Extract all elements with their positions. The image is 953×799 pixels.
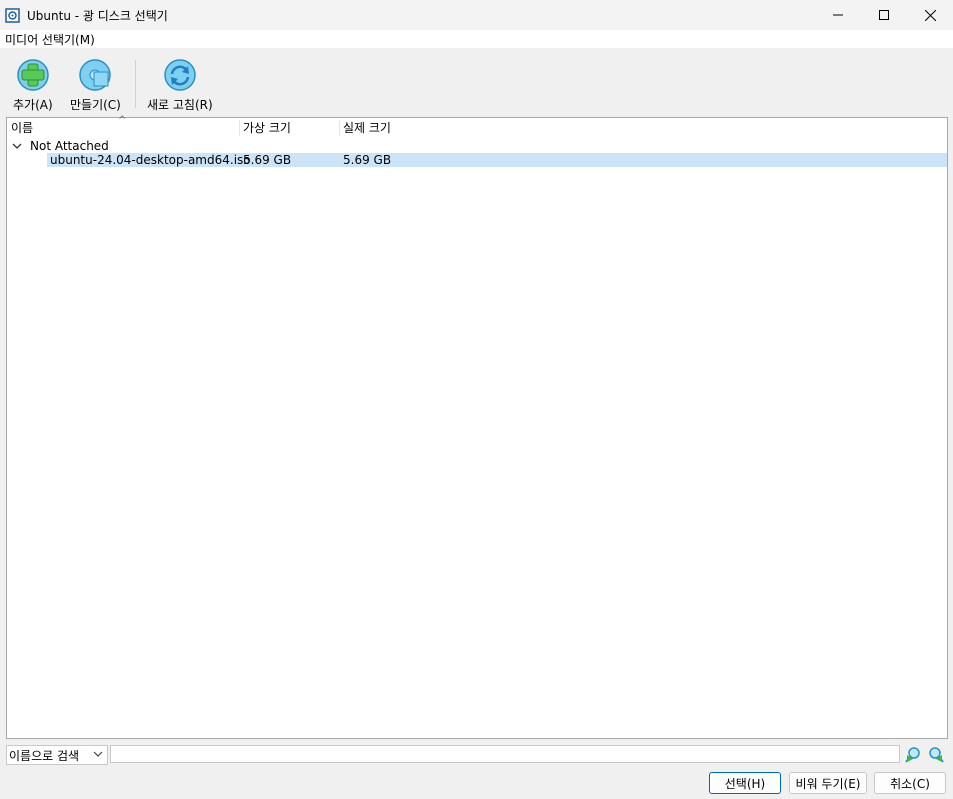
group-row-not-attached[interactable]: Not Attached (7, 138, 947, 153)
add-disk-icon (17, 59, 49, 91)
search-input[interactable] (110, 745, 900, 763)
toolbar-separator (135, 60, 136, 108)
column-header-actual-size[interactable]: 실제 크기 (343, 120, 391, 136)
media-tree-view[interactable]: 이름 ^ 가상 크기 실제 크기 Not Attached ubuntu-24.… (6, 115, 948, 739)
create-button[interactable]: 만들기(C) (70, 58, 121, 113)
cell-virtual-size: 5.69 GB (243, 153, 292, 167)
chevron-down-icon[interactable] (12, 142, 22, 150)
search-next-icon[interactable] (927, 746, 945, 764)
create-disk-icon (79, 59, 112, 91)
chevron-down-icon (93, 751, 103, 757)
cancel-button[interactable]: 취소(C) (874, 772, 946, 794)
sort-ascending-icon: ^ (118, 115, 127, 126)
close-icon (924, 9, 936, 21)
group-label: Not Attached (30, 138, 109, 153)
search-mode-value: 이름으로 검색 (9, 748, 80, 763)
choose-button[interactable]: 선택(H) (709, 772, 781, 794)
cell-name: ubuntu-24.04-desktop-amd64.iso (50, 153, 251, 167)
search-panel: 이름으로 검색 (6, 745, 946, 765)
maximize-button[interactable] (861, 0, 907, 30)
menu-media-selector[interactable]: 미디어 선택기(M) (0, 31, 100, 48)
virtualbox-app-icon (5, 8, 20, 23)
close-button[interactable] (907, 0, 953, 30)
column-divider[interactable] (239, 120, 240, 136)
add-button[interactable]: 추가(A) (13, 58, 53, 113)
search-mode-select[interactable]: 이름으로 검색 (6, 745, 108, 765)
column-divider[interactable] (339, 120, 340, 136)
table-row[interactable]: ubuntu-24.04-desktop-amd64.iso 5.69 GB 5… (47, 153, 947, 167)
minimize-button[interactable] (815, 0, 861, 30)
column-header-virtual-size[interactable]: 가상 크기 (243, 120, 291, 136)
table-header: 이름 ^ 가상 크기 실제 크기 (7, 115, 947, 138)
create-label: 만들기(C) (70, 98, 121, 112)
window-title: Ubuntu - 광 디스크 선택기 (27, 8, 168, 23)
maximize-icon (879, 10, 889, 20)
search-previous-icon[interactable] (904, 746, 922, 764)
cell-actual-size: 5.69 GB (343, 153, 392, 167)
leave-empty-button[interactable]: 비워 두기(E) (789, 772, 867, 794)
add-label: 추가(A) (13, 98, 53, 112)
column-header-name[interactable]: 이름 (11, 120, 33, 136)
minimize-icon (833, 14, 843, 16)
menu-bar: 미디어 선택기(M) (0, 30, 953, 48)
refresh-label: 새로 고침(R) (147, 98, 213, 112)
refresh-button[interactable]: 새로 고침(R) (147, 58, 213, 113)
toolbar: 추가(A) 만들기(C) 새로 고침(R) (0, 48, 953, 114)
refresh-icon (164, 59, 196, 91)
title-bar: Ubuntu - 광 디스크 선택기 (0, 0, 953, 30)
